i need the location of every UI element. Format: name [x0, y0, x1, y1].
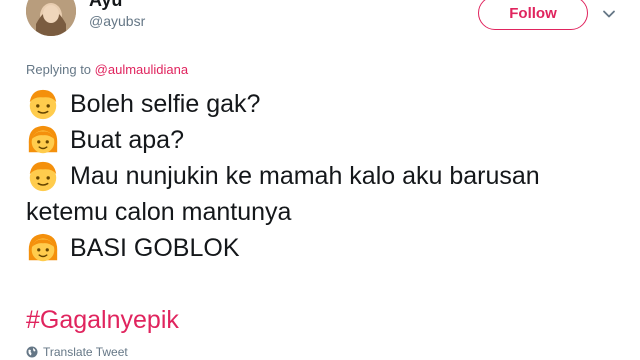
mention-link[interactable]: @aulmaulidiana	[95, 62, 188, 77]
tweet-line: BASI GOBLOK	[26, 230, 626, 266]
tweet-line-text: BASI GOBLOK	[70, 234, 240, 262]
tweet-line: Mau nunjukin ke mamah kalo aku barusan	[26, 158, 626, 194]
follow-button[interactable]: Follow	[478, 0, 588, 30]
tweet-line: Buat apa?	[26, 122, 626, 158]
tweet-line-text: Mau nunjukin ke mamah kalo aku barusan	[70, 162, 540, 190]
girl-emoji-icon	[28, 125, 58, 154]
boy-emoji-icon	[29, 161, 57, 192]
tweet-line: Boleh selfie gak?	[26, 86, 626, 122]
replying-to: Replying to @aulmaulidiana	[26, 62, 188, 77]
avatar[interactable]	[26, 0, 76, 36]
boy-emoji-icon	[29, 89, 57, 120]
user-handle[interactable]: @ayubsr	[89, 13, 145, 29]
globe-icon	[26, 346, 38, 358]
chevron-down-icon[interactable]	[601, 6, 617, 22]
girl-emoji-icon	[28, 233, 58, 262]
tweet-text: Boleh selfie gak? Buat apa? Mau nunjukin…	[26, 86, 626, 338]
translate-tweet-link[interactable]: Translate Tweet	[26, 345, 128, 359]
tweet-line-text: Boleh selfie gak?	[70, 90, 261, 118]
display-name[interactable]: Ayu	[89, 0, 122, 11]
tweet-line-text: Buat apa?	[70, 126, 184, 154]
tweet-line-continued: ketemu calon mantunya	[26, 198, 292, 226]
translate-tweet-label[interactable]: Translate Tweet	[43, 345, 128, 359]
hashtag-link[interactable]: #Gagalnyepik	[26, 302, 626, 338]
tweet-header: Ayu @ayubsr Follow	[0, 0, 640, 56]
avatar-image	[26, 0, 76, 36]
replying-to-label: Replying to	[26, 62, 92, 77]
